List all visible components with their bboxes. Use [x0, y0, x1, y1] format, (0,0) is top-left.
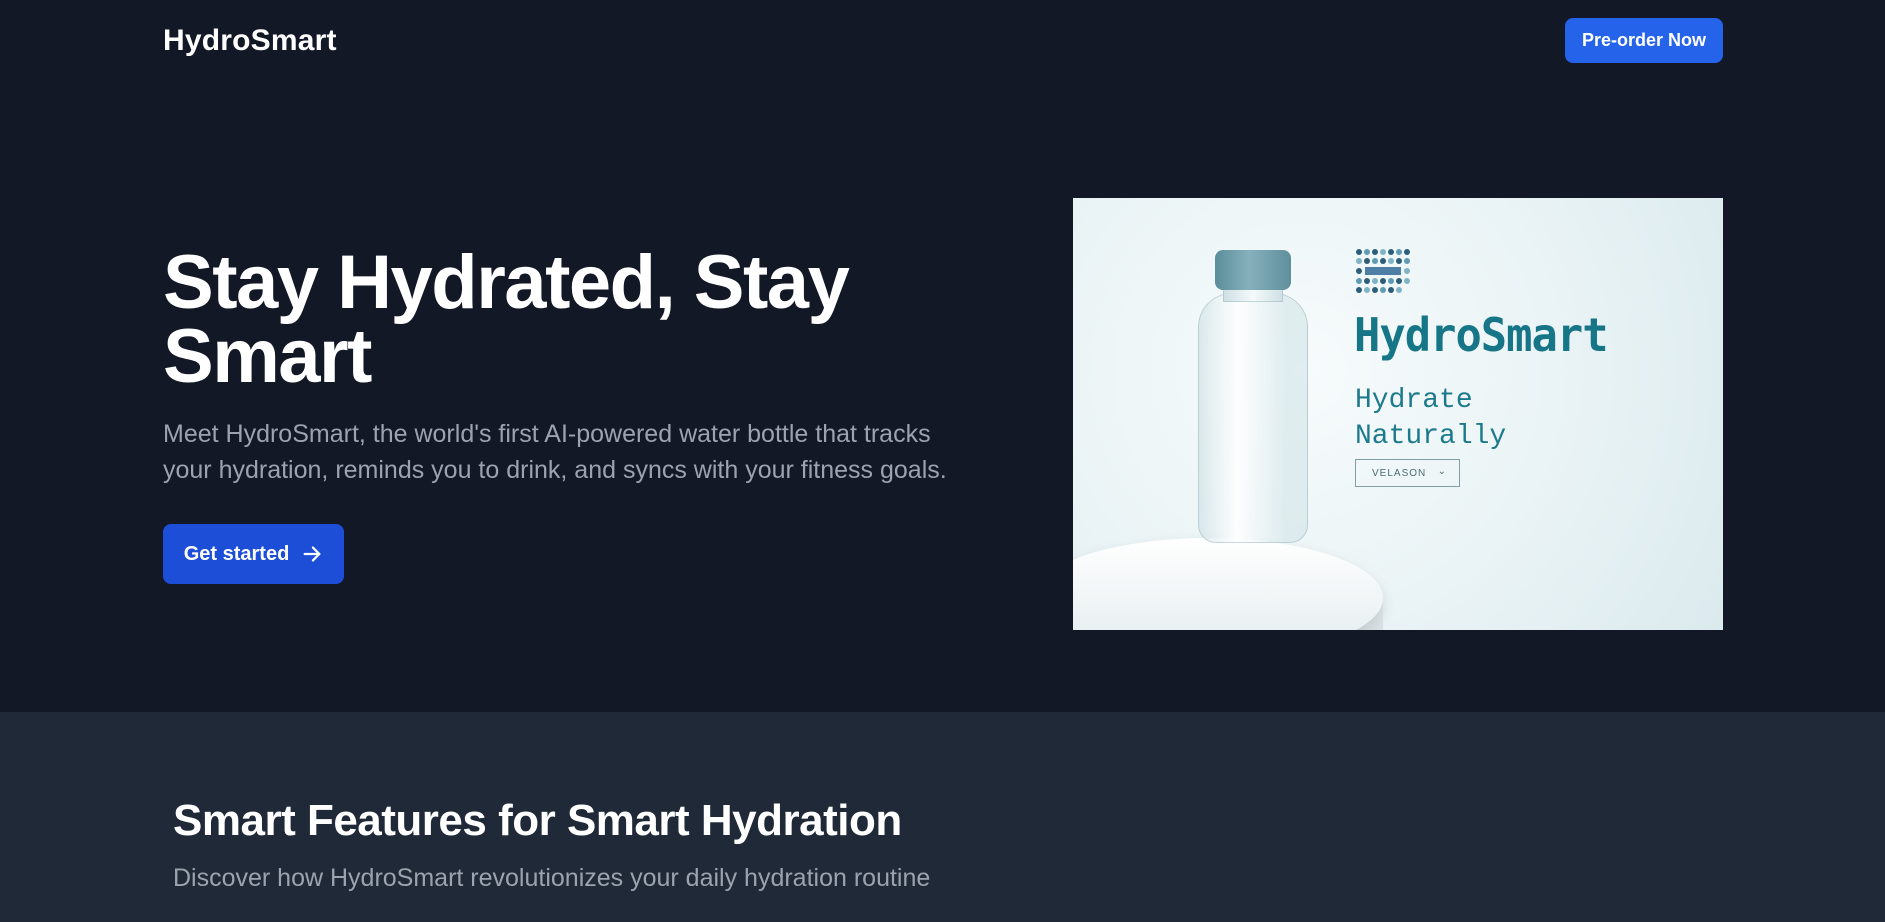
image-tagline-line2: Naturally [1355, 421, 1507, 452]
bottle-cap [1215, 250, 1291, 290]
pedestal-top [1073, 538, 1383, 630]
features-title: Smart Features for Smart Hydration [173, 796, 902, 845]
image-tagline-line1: Hydrate [1355, 385, 1473, 416]
chevron-down-icon: ⌄ [1437, 466, 1447, 477]
get-started-button[interactable]: Get started [163, 524, 344, 584]
site-header: HydroSmart Pre-order Now [0, 0, 1885, 84]
image-tagline: Hydrate Naturally [1355, 383, 1506, 455]
brand-logo[interactable]: HydroSmart [163, 24, 337, 58]
dots-logo-icon [1356, 249, 1410, 293]
image-brand-text: HydroSmart [1354, 308, 1609, 362]
product-image: HydroSmart Hydrate Naturally VELASON ⌄ [1073, 198, 1723, 630]
features-section: Smart Features for Smart Hydration Disco… [0, 712, 1885, 922]
image-select-value: VELASON [1372, 467, 1427, 479]
hero-title: Stay Hydrated, Stay Smart [163, 240, 850, 399]
preorder-button[interactable]: Pre-order Now [1565, 18, 1723, 63]
get-started-label: Get started [183, 542, 290, 565]
image-select-box: VELASON ⌄ [1355, 459, 1460, 487]
bottle-body [1198, 293, 1308, 543]
arrow-right-icon [303, 546, 321, 562]
hero-subtitle: Meet HydroSmart, the world's first AI-po… [163, 420, 947, 484]
features-subtitle: Discover how HydroSmart revolutionizes y… [173, 864, 931, 892]
